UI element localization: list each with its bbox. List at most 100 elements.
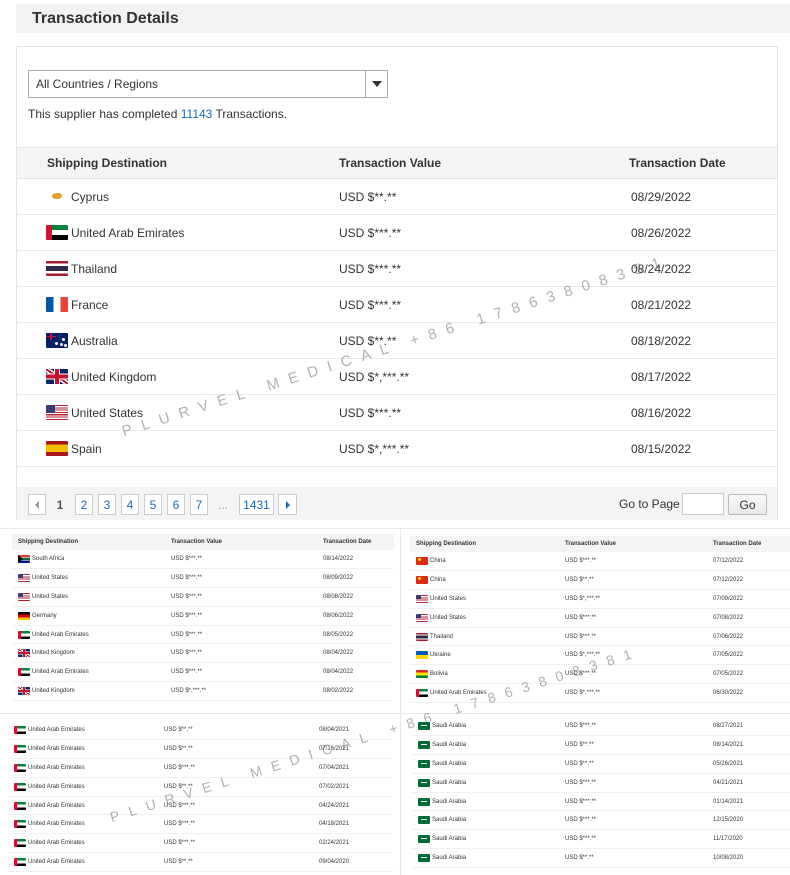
mini-header-row: Shipping Destination Transaction Value T… — [410, 536, 790, 552]
mini-cell-value: USD $***.** — [171, 550, 323, 570]
usa-flag-icon — [46, 405, 68, 420]
mini-cell-destination: Thailand — [410, 627, 565, 647]
list-item: United Arab Emirates USD $**.** 07/16/2021 — [8, 739, 394, 760]
mini-destination-name: Bolivia — [430, 671, 448, 678]
page-link-2[interactable]: 2 — [75, 494, 93, 515]
history-table-bottom-right: Saudi Arabia USD $***.** 08/27/2021 Saudi A… — [412, 717, 790, 868]
united-states-flag-icon — [416, 613, 428, 622]
date-text: 08/15/2022 — [631, 441, 692, 456]
mini-cell-value: USD $***.** — [565, 608, 713, 628]
page-link-7[interactable]: 7 — [190, 494, 208, 515]
mini-cell-date: 07/08/2022 — [713, 608, 790, 628]
mini-col-destination: Shipping Destination — [410, 536, 565, 552]
page-link-5[interactable]: 5 — [144, 494, 162, 515]
mini-destination-name: United Arab Emirates — [28, 727, 85, 734]
mini-cell-date: 08/06/2022 — [323, 606, 394, 626]
mini-cell-date: 04/24/2021 — [319, 796, 394, 816]
mini-destination-name: Saudi Arabia — [432, 817, 467, 824]
united-arab-emirates-flag-icon — [14, 782, 26, 791]
list-item: Thailand USD $***.** 07/06/2022 — [410, 627, 790, 647]
cell-date: 08/21/2022 — [629, 286, 777, 323]
mini-destination-name: United Arab Emirates — [32, 631, 89, 638]
next-page-button[interactable] — [278, 494, 297, 515]
mini-cell-value: USD $***.** — [164, 758, 319, 778]
divider — [400, 529, 401, 875]
go-button[interactable]: Go — [728, 494, 767, 515]
list-item: United Arab Emirates USD $***.** 07/04/202… — [8, 758, 394, 778]
list-item: Saudi Arabia USD $**.** 05/26/2021 — [412, 754, 790, 774]
mini-destination-name: Thailand — [430, 633, 454, 640]
mini-cell-destination: United Kingdom — [12, 643, 171, 664]
history-table-top-left: Shipping Destination Transaction Value T… — [12, 534, 394, 701]
mini-cell-destination: United States — [410, 608, 565, 628]
united-arab-emirates-flag-icon — [14, 839, 26, 848]
list-item: United Kingdom USD $***.** 08/04/2022 — [12, 643, 394, 664]
page-current: 1 — [56, 497, 64, 512]
list-item: Saudi Arabia USD $**.** 10/08/2020 — [412, 848, 790, 868]
mini-cell-destination: United Arab Emirates — [410, 683, 565, 703]
united-arab-emirates-flag-icon — [14, 857, 26, 866]
page-link-6[interactable]: 6 — [167, 494, 185, 515]
mini-cell-destination: Saudi Arabia — [412, 848, 565, 868]
spacer-cell — [17, 467, 777, 488]
france-flag-icon — [46, 297, 68, 312]
table-row: France USD $***.** 08/21/2022 — [17, 286, 777, 323]
list-item: United States USD $*,***.** 07/09/2022 — [410, 589, 790, 609]
mini-cell-destination: United Arab Emirates — [12, 625, 171, 645]
page-link-4[interactable]: 4 — [121, 494, 139, 515]
destination-name: United States — [71, 405, 144, 420]
mini-cell-date: 08/27/2021 — [713, 717, 790, 737]
mini-cell-date: 07/05/2022 — [713, 664, 790, 685]
united-arab-emirates-flag-icon — [14, 801, 26, 810]
saudi-arabia-flag-icon — [418, 816, 430, 825]
mini-cell-value: USD $*,***.** — [565, 683, 713, 703]
mini-cell-destination: Saudi Arabia — [412, 792, 565, 812]
united-states-flag-icon — [18, 574, 30, 583]
mini-cell-destination: United Arab Emirates — [8, 852, 164, 872]
prev-page-button[interactable] — [28, 494, 46, 515]
cell-destination: Australia — [17, 322, 339, 359]
mini-cell-value: USD $***.** — [164, 814, 319, 835]
mini-cell-destination: Germany — [12, 606, 171, 626]
mini-cell-date: 08/14/2022 — [323, 550, 394, 570]
bolivia-flag-icon — [416, 670, 428, 679]
mini-destination-name: United States — [430, 614, 467, 621]
mini-destination-name: United Arab Emirates — [28, 764, 85, 771]
mini-destination-name: China — [430, 577, 446, 584]
united-kingdom-flag-icon — [18, 649, 30, 658]
col-transaction-value: Transaction Value — [339, 147, 629, 179]
country-region-select[interactable]: All Countries / Regions — [28, 70, 388, 98]
mini-cell-destination: Saudi Arabia — [412, 829, 565, 850]
table-row: Australia USD $**.** 08/18/2022 — [17, 322, 777, 359]
china-flag-icon — [416, 576, 428, 585]
united-arab-emirates-flag-icon — [416, 688, 428, 697]
select-arrow[interactable] — [365, 71, 387, 97]
uae-flag-icon — [46, 225, 68, 240]
page-link-3[interactable]: 3 — [98, 494, 116, 515]
table-row: United Arab Emirates USD $***.** 08/26/202… — [17, 214, 777, 251]
mini-cell-date: 08/14/2021 — [713, 735, 790, 756]
goto-page-input[interactable] — [682, 493, 724, 515]
mini-cell-value: USD $***.** — [164, 833, 319, 854]
mini-cell-destination: China — [410, 570, 565, 591]
cell-destination: Spain — [17, 430, 339, 467]
cell-destination: France — [17, 286, 339, 323]
mini-destination-name: United Arab Emirates — [28, 783, 85, 790]
transaction-count-link[interactable]: 11143 — [181, 107, 213, 121]
cell-date: 08/17/2022 — [629, 358, 777, 395]
cell-value: USD $***.** — [339, 394, 629, 431]
page-last-button[interactable]: 1431 — [239, 494, 274, 515]
mini-cell-date: 11/17/2020 — [713, 829, 790, 850]
saudi-arabia-flag-icon — [418, 835, 430, 844]
list-item: United Arab Emirates USD $***.** 02/24/202… — [8, 833, 394, 854]
chevron-down-icon — [371, 81, 382, 87]
table-row: Spain USD $*,***.** 08/15/2022 — [17, 430, 777, 467]
date-text: 08/16/2022 — [631, 405, 692, 420]
uk-flag-icon — [46, 369, 68, 384]
cell-date: 08/24/2022 — [629, 250, 777, 287]
list-item: United States USD $***.** 08/09/2022 — [12, 568, 394, 589]
mini-cell-value: USD $**.** — [565, 735, 713, 756]
cell-value: USD $***.** — [339, 214, 629, 251]
mini-cell-date: 08/04/2021 — [319, 721, 394, 741]
cell-destination: United Kingdom — [17, 358, 339, 395]
